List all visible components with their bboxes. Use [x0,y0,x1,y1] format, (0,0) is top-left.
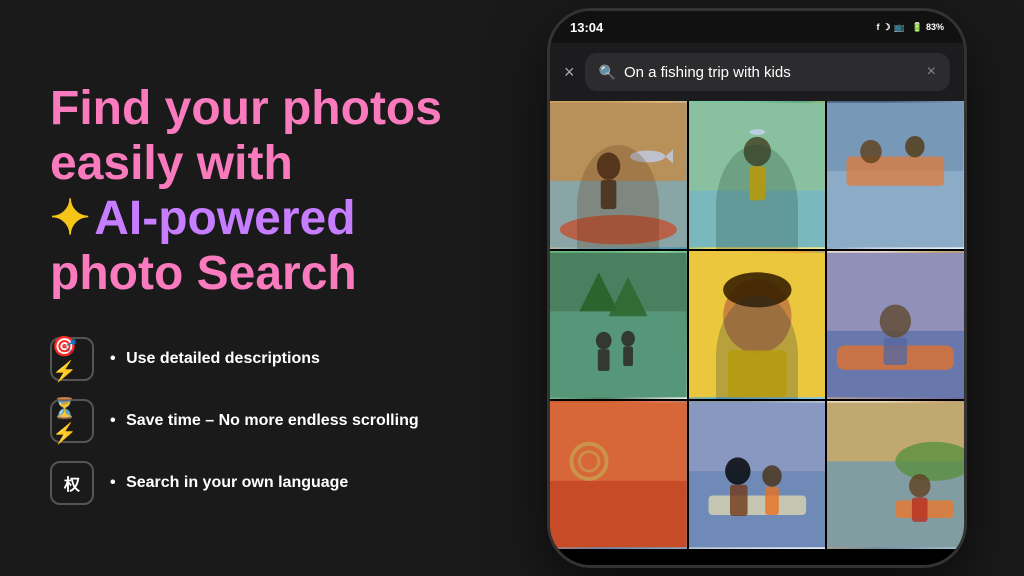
photo-9[interactable] [827,401,964,549]
moon-icon: ☽ [882,22,890,33]
search-input[interactable]: On a fishing trip with kids [624,64,919,81]
language-icon: 权 [50,461,94,505]
photo-grid [550,101,964,565]
left-panel: Find your photos easily with ✦AI-powered… [0,0,490,576]
twitch-icon: 📺 [894,22,905,33]
photo-2[interactable] [689,101,826,249]
headline: Find your photos easily with ✦AI-powered… [50,81,450,302]
fb-icon: f [876,22,879,32]
sparkle-icon: ✦ [50,192,90,245]
feature-language: 权 • Search in your own language [50,461,450,505]
phone-mockup: 13:04 f ☽ 📺 🔋 83% × 🔍 On a fishing trip … [547,8,967,568]
right-panel: 13:04 f ☽ 📺 🔋 83% × 🔍 On a fishing trip … [490,0,1024,576]
battery-icon: 🔋 [912,22,923,33]
headline-line1: Find your photos [50,81,450,136]
battery-percent: 83% [926,22,944,32]
photo-5[interactable] [689,251,826,399]
status-time: 13:04 [570,20,603,35]
photo-8[interactable] [689,401,826,549]
target-icon: 🎯⚡ [50,337,94,381]
status-bar: 13:04 f ☽ 📺 🔋 83% [550,11,964,43]
feature-descriptions-text: • Use detailed descriptions [110,350,320,368]
headline-line3: ✦AI-powered [50,191,450,246]
photo-3[interactable] [827,101,964,249]
phone-content: × 🔍 On a fishing trip with kids × [550,43,964,565]
photo-6[interactable] [827,251,964,399]
search-close-button[interactable]: × [564,62,575,83]
headline-line4: photo Search [50,246,450,301]
features-list: 🎯⚡ • Use detailed descriptions ⏳⚡ • Save… [50,337,450,505]
feature-time-text: • Save time – No more endless scrolling [110,412,419,430]
photo-4[interactable] [550,251,687,399]
search-bar-area[interactable]: × 🔍 On a fishing trip with kids × [550,43,964,101]
search-input-box[interactable]: 🔍 On a fishing trip with kids × [585,53,950,91]
search-clear-button[interactable]: × [927,63,936,81]
feature-time: ⏳⚡ • Save time – No more endless scrolli… [50,399,450,443]
photo-1[interactable] [550,101,687,249]
photo-7[interactable] [550,401,687,549]
feature-descriptions: 🎯⚡ • Use detailed descriptions [50,337,450,381]
feature-language-text: • Search in your own language [110,474,348,492]
headline-line2: easily with [50,136,450,191]
search-icon: 🔍 [599,64,616,81]
status-icons: f ☽ 📺 🔋 83% [876,22,944,33]
hourglass-icon: ⏳⚡ [50,399,94,443]
